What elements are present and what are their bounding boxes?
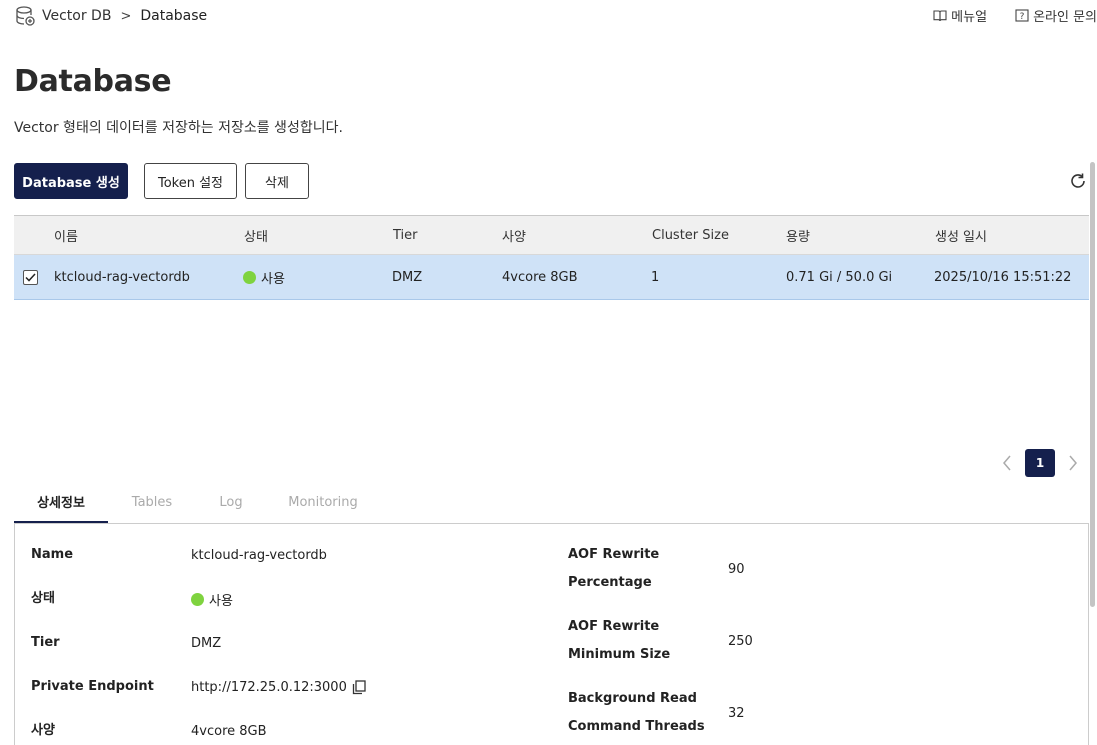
question-box-icon: ?: [1015, 8, 1029, 22]
header-cluster-size: Cluster Size: [652, 227, 729, 243]
page-description: Vector 형태의 데이터를 저장하는 저장소를 생성합니다.: [14, 120, 343, 136]
detail-label-aof-rewrite-minimum-size: AOF Rewrite Minimum Size: [568, 613, 670, 669]
header-capacity: 용량: [786, 229, 810, 245]
pagination: 1: [996, 449, 1084, 477]
inquiry-link-label: 온라인 문의: [1033, 10, 1097, 25]
cell-status: 사용: [243, 255, 285, 299]
copy-icon[interactable]: [352, 679, 366, 695]
inquiry-link[interactable]: ? 온라인 문의: [1015, 6, 1097, 25]
label-line: Minimum Size: [568, 647, 671, 662]
detail-panel: Name ktcloud-rag-vectordb 상태 사용 Tier DMZ…: [14, 523, 1089, 745]
detail-label-spec: 사양: [31, 723, 55, 738]
create-database-button[interactable]: Database 생성: [14, 163, 128, 199]
cell-name: ktcloud-rag-vectordb: [54, 269, 190, 285]
label-line: AOF Rewrite: [568, 547, 660, 562]
detail-value-tier: DMZ: [191, 635, 222, 651]
header-status: 상태: [244, 229, 268, 245]
tab-monitoring[interactable]: Monitoring: [282, 481, 364, 524]
label-line: Background Read: [568, 691, 697, 706]
cell-tier: DMZ: [392, 269, 423, 285]
refresh-icon[interactable]: [1068, 171, 1088, 191]
top-bar: Vector DB > Database 메뉴얼 ? 온라인 문의: [0, 0, 1097, 32]
vector-db-icon: [16, 6, 35, 26]
status-active-icon: [191, 592, 204, 606]
page-title: Database: [14, 64, 172, 99]
header-tier: Tier: [393, 227, 418, 243]
detail-label-status: 상태: [31, 591, 55, 606]
table-row[interactable]: ktcloud-rag-vectordb 사용 DMZ 4vcore 8GB 1…: [14, 255, 1089, 300]
token-settings-button[interactable]: Token 설정: [144, 163, 237, 199]
manual-link-label: 메뉴얼: [951, 10, 988, 25]
detail-tabs: 상세정보 Tables Log Monitoring: [14, 481, 1089, 524]
detail-label-name: Name: [31, 547, 74, 562]
header-created: 생성 일시: [935, 229, 987, 245]
label-line: AOF Rewrite: [568, 619, 660, 634]
header-spec: 사양: [502, 229, 526, 245]
next-page-button[interactable]: [1062, 449, 1084, 477]
detail-value-status: 사용: [191, 585, 233, 613]
detail-label-background-read-threads: Background Read Command Threads: [568, 685, 705, 741]
book-icon: [933, 10, 947, 22]
detail-value-status-label: 사용: [209, 593, 233, 609]
label-line: Percentage: [568, 575, 652, 590]
cell-status-label: 사용: [261, 271, 285, 287]
detail-value-name: ktcloud-rag-vectordb: [191, 547, 327, 563]
tab-log[interactable]: Log: [208, 481, 254, 524]
chevron-right-icon: [1069, 455, 1077, 471]
breadcrumb: Vector DB > Database: [14, 5, 207, 27]
status-active-icon: [243, 270, 256, 284]
label-line: Command Threads: [568, 719, 705, 734]
check-icon: [25, 273, 36, 282]
cell-capacity: 0.71 Gi / 50.0 Gi: [786, 269, 893, 285]
detail-label-tier: Tier: [31, 635, 60, 650]
detail-label-aof-rewrite-percentage: AOF Rewrite Percentage: [568, 541, 659, 597]
header-name: 이름: [54, 229, 78, 245]
tab-details[interactable]: 상세정보: [14, 481, 108, 524]
detail-value-private-endpoint: http://172.25.0.12:3000: [191, 673, 366, 701]
page-number-button[interactable]: 1: [1025, 449, 1055, 477]
detail-label-private-endpoint: Private Endpoint: [31, 679, 154, 694]
page-scrollbar[interactable]: [1090, 162, 1095, 607]
detail-value-aof-rewrite-percentage: 90: [728, 561, 745, 577]
delete-button[interactable]: 삭제: [245, 163, 309, 199]
svg-text:?: ?: [1020, 12, 1025, 22]
detail-value-background-read-threads: 32: [728, 705, 745, 721]
tab-tables[interactable]: Tables: [120, 481, 184, 524]
detail-value-spec: 4vcore 8GB: [191, 723, 267, 739]
chevron-left-icon: [1003, 455, 1011, 471]
private-endpoint-text: http://172.25.0.12:3000: [191, 679, 347, 695]
table-header: 이름 상태 Tier 사양 Cluster Size 용량 생성 일시: [14, 215, 1089, 255]
row-checkbox[interactable]: [23, 270, 38, 285]
breadcrumb-root[interactable]: Vector DB: [42, 8, 111, 24]
cell-cluster-size: 1: [651, 269, 660, 285]
cell-created: 2025/10/16 15:51:22: [934, 269, 1072, 285]
database-table: 이름 상태 Tier 사양 Cluster Size 용량 생성 일시 ktcl…: [14, 215, 1089, 300]
manual-link[interactable]: 메뉴얼: [933, 6, 987, 25]
prev-page-button[interactable]: [996, 449, 1018, 477]
cell-spec: 4vcore 8GB: [502, 269, 578, 285]
top-links: 메뉴얼 ? 온라인 문의: [905, 6, 1097, 25]
breadcrumb-current: Database: [140, 8, 208, 24]
breadcrumb-separator: >: [120, 8, 132, 24]
detail-value-aof-rewrite-minimum-size: 250: [728, 633, 753, 649]
